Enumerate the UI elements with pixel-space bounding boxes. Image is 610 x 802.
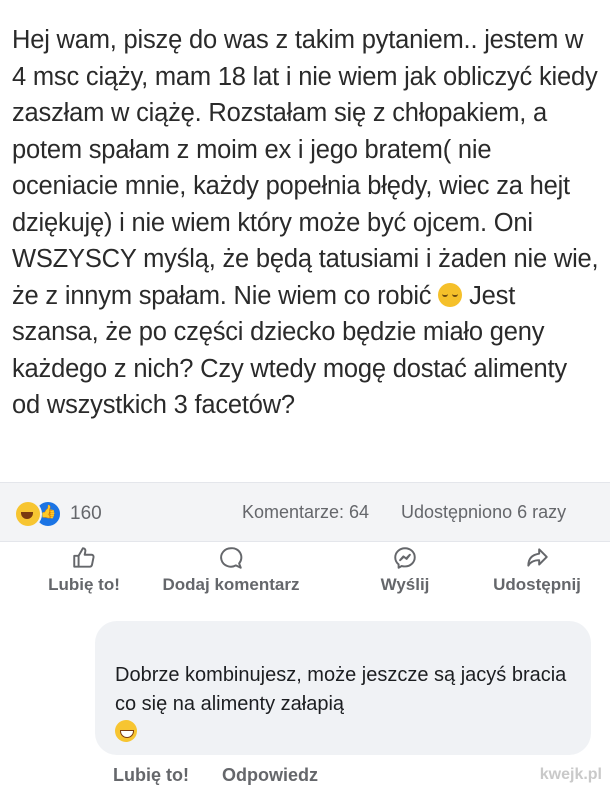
comment-button[interactable]: Dodaj komentarz (156, 545, 306, 605)
like-button[interactable]: Lubię to! (9, 545, 159, 605)
haha-reaction-icon (14, 500, 42, 528)
post-stats-bar: 160 Komentarze: 64 Udostępniono 6 razy (0, 482, 610, 542)
comment-text: Dobrze kombinujesz, może jeszcze są jacy… (115, 661, 575, 748)
shares-count[interactable]: Udostępniono 6 razy (401, 502, 566, 523)
comment-button-label: Dodaj komentarz (162, 575, 300, 594)
messenger-icon (394, 547, 416, 569)
reaction-count: 160 (70, 503, 102, 524)
post-text-part-1: Hej wam, piszę do was z takim pytaniem..… (12, 26, 599, 310)
share-button[interactable]: Udostępnij (462, 545, 610, 605)
comment-actions: Lubię to! Odpowiedz (113, 765, 318, 786)
comment-like-button[interactable]: Lubię to! (113, 765, 189, 786)
send-button-label: Wyślij (380, 575, 430, 594)
thumbs-up-icon (73, 547, 95, 568)
comment-body: Dobrze kombinujesz, może jeszcze są jacy… (115, 664, 567, 715)
sleepy-face-emoji (438, 282, 463, 307)
comments-count[interactable]: Komentarze: 64 (242, 502, 369, 523)
like-button-label: Lubię to! (48, 575, 120, 594)
comment-reply-button[interactable]: Odpowiedz (222, 765, 318, 786)
send-button[interactable]: Wyślij (330, 545, 480, 605)
share-button-label: Udostępnij (493, 575, 581, 594)
reactions-summary[interactable]: 160 (14, 500, 102, 528)
post-text: Hej wam, piszę do was z takim pytaniem..… (12, 22, 600, 424)
grinning-sweat-emoji (115, 720, 137, 742)
comment-icon (220, 547, 243, 569)
comment-bubble: Dobrze kombinujesz, może jeszcze są jacy… (95, 621, 591, 755)
watermark-logo: kwejk.pl (539, 766, 602, 783)
share-arrow-icon (527, 548, 548, 567)
